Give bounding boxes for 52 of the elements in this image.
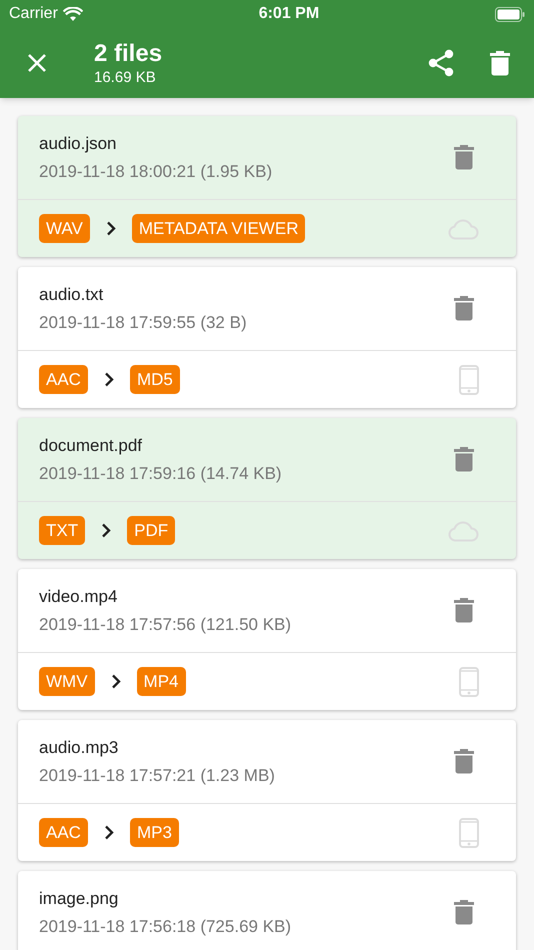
- delete-file-button[interactable]: [454, 447, 474, 472]
- battery-icon: [494, 6, 525, 22]
- file-card[interactable]: audio.txt 2019-11-18 17:59:55 (32 B) AAC MD5: [18, 267, 516, 408]
- delete-button[interactable]: [490, 50, 510, 76]
- delete-file-button[interactable]: [454, 145, 474, 170]
- file-card[interactable]: audio.json 2019-11-18 18:00:21 (1.95 KB) WAV METADATA VIEWER: [18, 116, 516, 257]
- file-card[interactable]: document.pdf 2019-11-18 17:59:16 (14.74 KB) TXT PDF: [18, 418, 516, 559]
- file-details: 2019-11-18 18:00:21 (1.95 KB): [39, 161, 272, 183]
- file-card[interactable]: audio.mp3 2019-11-18 17:57:21 (1.23 MB) AAC MP3: [18, 720, 516, 861]
- file-name: image.png: [39, 888, 120, 910]
- format-tag: MP4: [136, 667, 186, 696]
- format-tag: MP3: [130, 818, 179, 847]
- format-tag: AAC: [39, 818, 88, 847]
- file-details: 2019-11-18 17:56:18 (725.69 KB): [39, 916, 292, 938]
- phone-icon: [459, 818, 479, 848]
- format-tag: AAC: [39, 365, 88, 394]
- file-details: 2019-11-18 17:57:56 (121.50 KB): [39, 614, 292, 636]
- chevron-right-icon: [104, 372, 114, 387]
- file-name: audio.mp3: [39, 736, 120, 758]
- file-card[interactable]: image.png 2019-11-18 17:56:18 (725.69 KB): [18, 871, 516, 950]
- app-bar-subtitle: 16.69 KB: [94, 68, 157, 88]
- chevron-right-icon: [101, 523, 112, 538]
- chevron-right-icon: [104, 825, 114, 840]
- file-details: 2019-11-18 17:57:21 (1.23 MB): [39, 765, 275, 787]
- wifi-icon: [62, 6, 83, 22]
- file-details: 2019-11-18 17:59:16 (14.74 KB): [39, 463, 282, 485]
- file-name: video.mp4: [39, 586, 118, 608]
- delete-file-button[interactable]: [454, 598, 474, 623]
- file-card[interactable]: video.mp4 2019-11-18 17:57:56 (121.50 KB) WMV MP4: [18, 569, 516, 710]
- format-tag: PDF: [127, 516, 176, 545]
- share-button[interactable]: [428, 49, 454, 77]
- file-details: 2019-11-18 17:59:55 (32 B): [39, 312, 247, 334]
- time-label: 6:01 PM: [258, 4, 320, 24]
- file-name: audio.txt: [39, 284, 104, 306]
- format-tag: METADATA VIEWER: [132, 214, 306, 243]
- phone-icon: [459, 364, 479, 394]
- cloud-icon: [447, 520, 479, 542]
- file-name: document.pdf: [39, 434, 144, 456]
- format-tag: WAV: [39, 214, 90, 243]
- chevron-right-icon: [110, 674, 121, 689]
- app-bar-title: 2 files: [94, 38, 162, 69]
- format-tag: WMV: [39, 667, 95, 696]
- cloud-icon: [447, 218, 479, 240]
- file-name: audio.json: [39, 132, 118, 154]
- carrier-label: Carrier: [9, 4, 58, 24]
- delete-file-button[interactable]: [454, 900, 474, 925]
- chevron-right-icon: [106, 221, 116, 236]
- delete-file-button[interactable]: [454, 296, 474, 321]
- format-tag: TXT: [39, 516, 86, 545]
- format-tag: MD5: [130, 365, 180, 394]
- delete-file-button[interactable]: [454, 749, 474, 774]
- phone-icon: [459, 666, 479, 696]
